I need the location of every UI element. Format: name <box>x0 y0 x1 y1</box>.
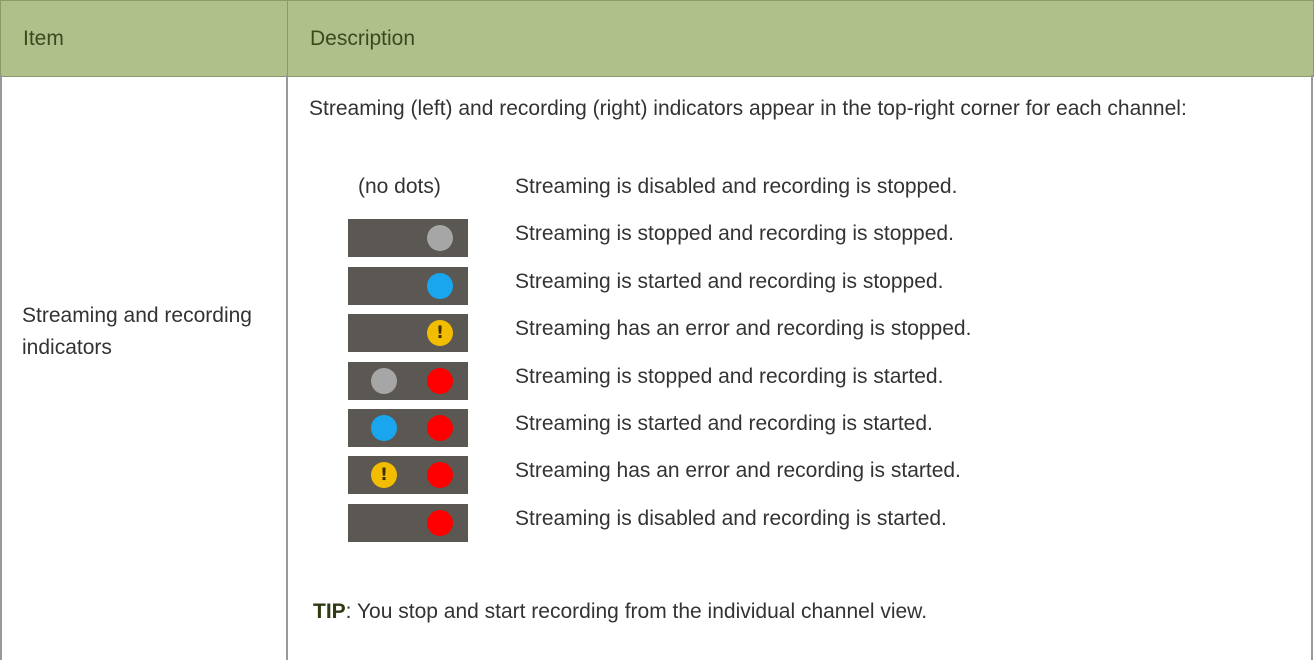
indicator-description: Streaming is stopped and recording is st… <box>515 222 954 245</box>
table-border-left <box>0 75 2 660</box>
tip-label: TIP <box>313 600 346 623</box>
table-column-divider <box>286 75 288 660</box>
streaming-started-dot <box>427 273 453 299</box>
indicator-description: Streaming is started and recording is st… <box>515 412 933 435</box>
recording-stopped-dot <box>427 225 453 251</box>
indicator-swatch: ! <box>348 314 468 352</box>
indicator-row: Streaming is disabled and recording is s… <box>348 499 1248 542</box>
no-dots-label: (no dots) <box>358 175 441 198</box>
table-border-right <box>1311 75 1313 660</box>
indicator-swatch <box>348 362 468 400</box>
streaming-error-icon: ! <box>427 320 453 346</box>
indicator-description: Streaming is started and recording is st… <box>515 270 944 293</box>
indicator-table: Item Description Streaming and recording… <box>0 0 1314 660</box>
header-item: Item <box>23 27 64 50</box>
indicator-description: Streaming has an error and recording is … <box>515 459 961 482</box>
indicator-description: Streaming has an error and recording is … <box>515 317 972 340</box>
indicator-swatch <box>348 504 468 542</box>
recording-started-dot <box>427 510 453 536</box>
indicator-swatch <box>348 409 468 447</box>
indicator-swatch <box>348 267 468 305</box>
recording-started-dot <box>427 415 453 441</box>
indicator-row: ! Streaming has an error and recording i… <box>348 309 1248 352</box>
indicator-description: Streaming is stopped and recording is st… <box>515 365 944 388</box>
tip-note: TIP: You stop and start recording from t… <box>313 595 927 629</box>
streaming-stopped-dot <box>371 368 397 394</box>
indicator-row: Streaming is started and recording is st… <box>348 262 1248 305</box>
table-header: Item Description <box>0 0 1314 77</box>
recording-started-dot <box>427 462 453 488</box>
indicator-description: Streaming is disabled and recording is s… <box>515 175 958 198</box>
item-cell: Streaming and recording indicators <box>22 304 252 359</box>
indicator-description: Streaming is disabled and recording is s… <box>515 507 947 530</box>
indicator-swatch <box>348 219 468 257</box>
indicator-swatch: ! <box>348 456 468 494</box>
indicator-row: Streaming is started and recording is st… <box>348 404 1248 447</box>
header-description: Description <box>310 27 416 50</box>
indicator-row: (no dots) Streaming is disabled and reco… <box>348 167 1248 207</box>
description-intro: Streaming (left) and recording (right) i… <box>309 97 1187 120</box>
header-divider <box>287 1 288 76</box>
streaming-error-icon: ! <box>371 462 397 488</box>
streaming-started-dot <box>371 415 397 441</box>
indicator-row: ! Streaming has an error and recording i… <box>348 451 1248 494</box>
indicator-row: Streaming is stopped and recording is st… <box>348 214 1248 257</box>
recording-started-dot <box>427 368 453 394</box>
indicator-row: Streaming is stopped and recording is st… <box>348 357 1248 400</box>
tip-text: : You stop and start recording from the … <box>345 600 928 623</box>
